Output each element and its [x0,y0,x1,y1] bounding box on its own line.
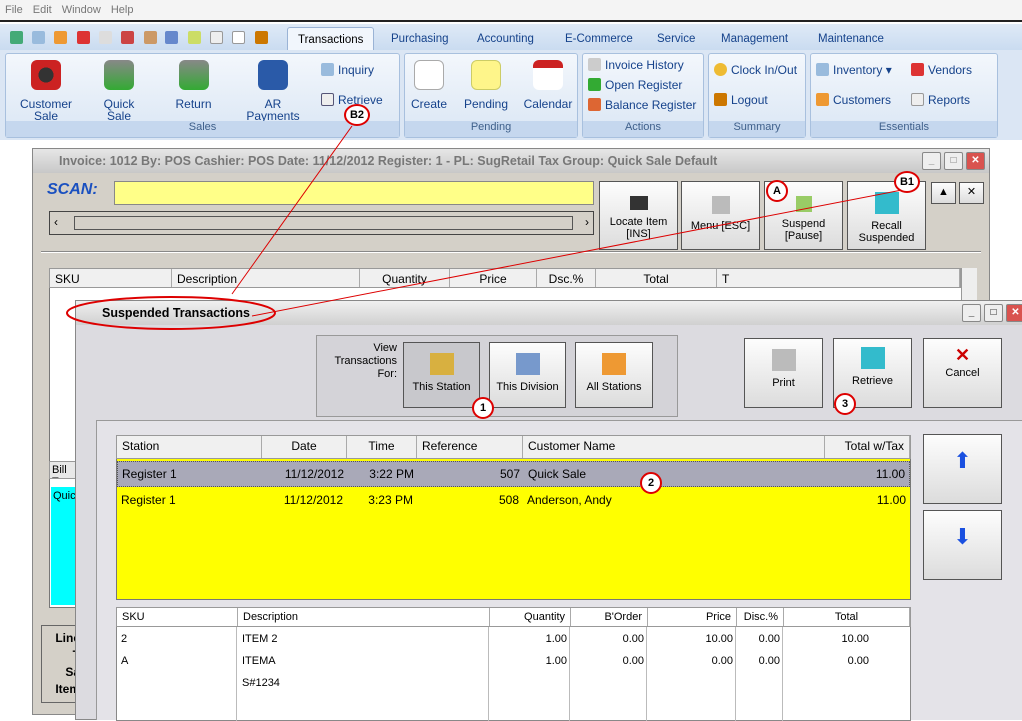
annotation-a: A [766,180,788,202]
annotation-b1: B1 [894,171,920,193]
annotation-ellipse [66,296,276,330]
annotation-b2: B2 [344,104,370,126]
annotation-line-b1 [251,189,903,317]
annotation-3: 3 [834,393,856,415]
annotation-overlay [66,125,903,330]
annotation-line-b2 [231,125,353,295]
annotation-1: 1 [472,397,494,419]
annotation-2: 2 [640,472,662,494]
